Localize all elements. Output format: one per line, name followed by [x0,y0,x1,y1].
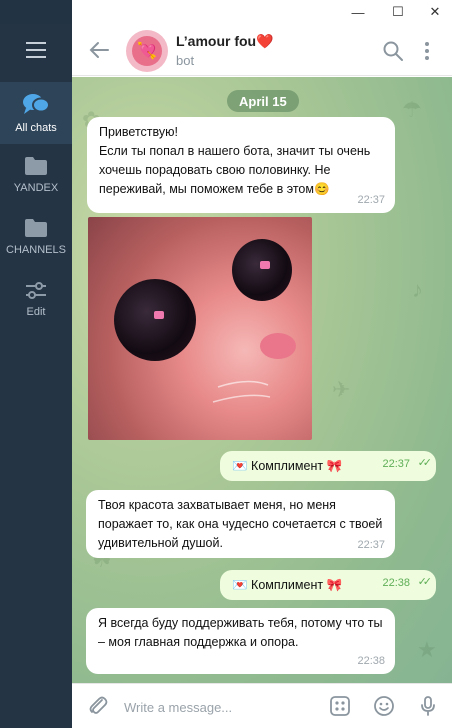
sidebar-item-channels[interactable]: CHANNELS [0,206,72,268]
date-separator: April 15 [227,90,299,112]
folder-icon [25,157,47,175]
sidebar-item-label: CHANNELS [6,244,66,256]
message-text: 💌 Комплимент 🎀 [232,577,343,592]
message-time: 22:37 [382,458,410,470]
close-window-button[interactable]: ✕ [420,2,450,22]
chat-subtitle: bot [176,53,195,68]
sliders-icon [26,282,46,299]
sidebar-item-edit[interactable]: Edit [0,268,72,330]
message-incoming[interactable]: Я всегда буду поддерживать тебя, потому … [86,608,395,674]
message-outgoing[interactable]: 💌 Комплимент 🎀 22:37 ✓✓ [220,451,436,481]
more-vertical-icon[interactable] [420,40,434,62]
chat-bubbles-icon [23,94,50,114]
chat-history[interactable]: ✿ ☂ ♪ ✈ ☘ ★ April 15 Приветствую! Если т… [72,77,452,683]
heart-glint-icon [154,311,164,319]
message-text: 💌 Комплимент 🎀 [232,458,343,473]
chat-title[interactable]: L’amour fou❤️ [176,33,274,50]
avatar[interactable]: 💘 [126,30,168,72]
message-incoming[interactable]: Приветствую! Если ты попал в нашего бота… [87,117,395,213]
chat-header: 💘 L’amour fou❤️ bot [72,24,452,76]
message-text: Я всегда буду поддерживать тебя, потому … [98,616,383,649]
message-time: 22:38 [357,655,385,667]
window-title-bar: — ☐ ✕ [0,0,452,24]
wallpaper-doodle-icon: ✈ [332,377,351,402]
minimize-button[interactable]: — [343,2,373,22]
title-bar-rail-segment [0,0,72,24]
cat-whiskers [212,380,271,403]
back-arrow-icon[interactable] [88,39,110,61]
cat-photo[interactable] [88,217,312,440]
message-time: 22:37 [357,539,385,551]
folder-icon [25,219,47,237]
hamburger-icon [26,40,46,61]
wallpaper-doodle-icon: ★ [417,637,437,662]
sidebar-item-label: Edit [26,306,46,318]
main-menu-button[interactable] [0,24,72,76]
wallpaper-doodle-icon: ☂ [402,97,422,122]
wallpaper-doodle-icon: ♪ [412,277,423,302]
message-composer [72,683,452,728]
message-time: 22:37 [357,194,385,206]
heart-arrow-icon: 💘 [132,36,162,66]
sidebar-item-yandex[interactable]: YANDEX [0,144,72,206]
sidebar-item-label: All chats [15,122,57,134]
message-input[interactable] [124,697,324,717]
maximize-button[interactable]: ☐ [383,2,413,22]
message-outgoing[interactable]: 💌 Комплимент 🎀 22:38 ✓✓ [220,570,436,600]
sidebar-item-label: YANDEX [13,182,59,194]
heart-glint-icon [260,261,270,269]
bot-commands-icon[interactable] [328,694,352,718]
cat-nose [260,333,296,359]
paperclip-icon[interactable] [86,694,110,718]
double-check-icon: ✓✓ [417,457,433,469]
folders-sidebar: All chats YANDEX CHANNELS Edit [0,24,72,728]
message-text: Приветствую! Если ты попал в нашего бота… [99,125,371,196]
search-icon[interactable] [382,40,404,62]
microphone-icon[interactable] [416,694,440,718]
double-check-icon: ✓✓ [417,576,433,588]
emoji-icon[interactable] [372,694,396,718]
cat-eye-right [232,239,292,301]
cat-eye-left [114,279,196,361]
message-text: Твоя красота захватывает меня, но меня п… [98,498,383,550]
message-incoming[interactable]: Твоя красота захватывает меня, но меня п… [86,490,395,558]
message-time: 22:38 [382,577,410,589]
sidebar-item-all-chats[interactable]: All chats [0,82,72,144]
